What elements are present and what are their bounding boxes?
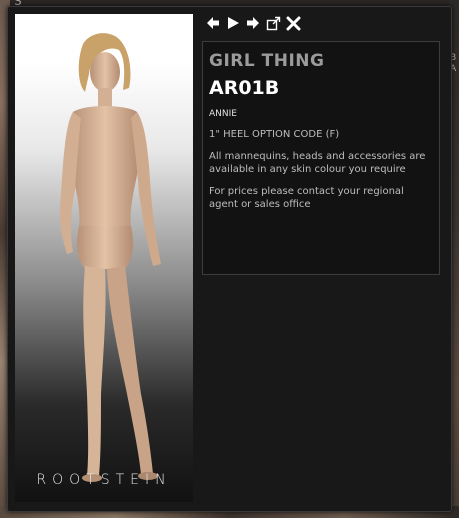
- close-icon: [286, 16, 300, 30]
- play-slideshow-button[interactable]: [225, 15, 241, 31]
- arrow-right-icon: [247, 17, 259, 29]
- skin-colour-note: All mannequins, heads and accessories ar…: [209, 151, 426, 175]
- product-code: AR01B: [209, 77, 280, 99]
- arrow-left-icon: [207, 17, 219, 29]
- mannequin-photo: ROOTSTEIN: [15, 14, 193, 502]
- brand-logo: ROOTSTEIN: [36, 472, 172, 488]
- external-window-icon: [266, 16, 280, 30]
- mannequin-figure: [59, 33, 161, 482]
- previous-button[interactable]: [205, 15, 221, 31]
- product-info-panel: GIRL THING AR01B ANNIE 1" HEEL OPTION CO…: [202, 41, 440, 275]
- close-button[interactable]: [285, 15, 301, 31]
- lightbox-toolbar: [205, 14, 301, 32]
- heel-option-text: 1" HEEL OPTION CODE (F): [209, 129, 340, 140]
- pricing-note: For prices please contact your regional …: [209, 186, 404, 210]
- mannequin-name: ANNIE: [209, 109, 237, 119]
- lightbox: ROOTSTEIN GIRL THING AR01B ANNIE 1" HEEL…: [7, 6, 452, 512]
- play-icon: [228, 17, 239, 29]
- collection-title: GIRL THING: [209, 51, 325, 71]
- next-button[interactable]: [245, 15, 261, 31]
- open-new-window-button[interactable]: [265, 15, 281, 31]
